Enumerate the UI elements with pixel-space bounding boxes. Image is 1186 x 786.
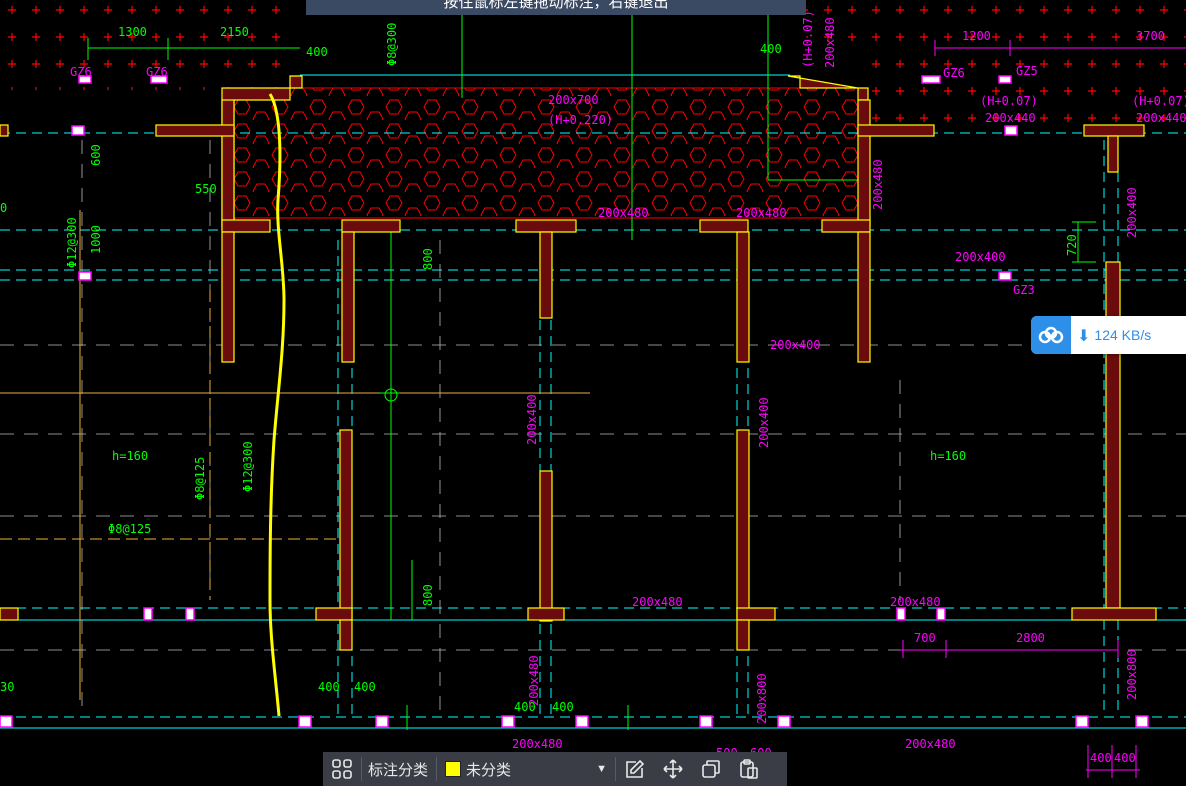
beam-label: 200x400 <box>770 338 821 352</box>
beam-label: 200x480 <box>632 595 683 609</box>
beam-label: 200x400 <box>955 250 1006 264</box>
annotation-toolbar: 标注分类 未分类 ▼ <box>323 752 787 786</box>
category-label: 标注分类 <box>368 761 429 779</box>
rebar-label: Φ8@300 <box>385 23 399 66</box>
magenta-dims <box>900 40 1186 778</box>
category-color-swatch <box>445 761 462 777</box>
dim-label: 2800 <box>1016 631 1045 645</box>
dim-label: 30 <box>0 680 14 694</box>
dim-label: 0 <box>0 201 7 215</box>
rebar-label: Φ12@300 <box>65 217 79 268</box>
dim-label: 800 <box>421 248 435 270</box>
grid-lines <box>0 140 1186 716</box>
beam-label: 200x480 <box>598 206 649 220</box>
paste-icon[interactable] <box>730 752 768 786</box>
edit-icon[interactable] <box>616 752 654 786</box>
hint-text: 按住鼠标左键拖动标注，右键退出 <box>443 0 669 11</box>
dim-label: 720 <box>1065 234 1079 256</box>
dim-label: 400 <box>552 700 574 714</box>
dim-label: 800 <box>421 584 435 606</box>
beam-label: 200x480 <box>871 159 885 210</box>
dim-label: 400 <box>318 680 340 694</box>
rebar-label: Φ8@125 <box>193 457 207 500</box>
beam-label: (H+0.07) <box>1132 94 1186 108</box>
copy-icon[interactable] <box>692 752 730 786</box>
beam-label: (H+0.220) <box>548 113 613 127</box>
download-speed-value: 124 KB/s <box>1094 327 1152 343</box>
column-tag: GZ5 <box>1016 64 1038 78</box>
dim-label: 1300 <box>118 25 147 39</box>
beam-label: (H+0.07) <box>980 94 1038 108</box>
slab-thickness-label: h=160 <box>930 449 966 463</box>
dim-label: 700 <box>914 631 936 645</box>
move-icon[interactable] <box>654 752 692 786</box>
hex-hatched-slab <box>234 88 858 218</box>
grid-menu-icon[interactable] <box>323 752 361 786</box>
dim-label: 550 <box>195 182 217 196</box>
category-dropdown[interactable]: 未分类 ▼ <box>437 752 615 786</box>
beam-label: 200x400 <box>1125 187 1139 238</box>
dim-label: 600 <box>89 144 103 166</box>
cloud-icon <box>1031 316 1071 354</box>
beam-label: 200x480 <box>527 655 541 706</box>
slab-thickness-label: h=160 <box>112 449 148 463</box>
dim-label: 400 <box>1114 751 1136 765</box>
dim-label: 400 <box>306 45 328 59</box>
beam-label: 200x480 <box>905 737 956 751</box>
column-tag: GZ3 <box>1013 283 1035 297</box>
column-tag: GZ6 <box>70 65 92 79</box>
chevron-down-icon: ▼ <box>596 763 608 775</box>
beam-label: 200x800 <box>755 673 769 724</box>
rebar-label: Φ12@300 <box>241 441 255 492</box>
cad-drawing-canvas[interactable]: 1300 2150 400 400 550 400 400 400 400 30… <box>0 0 1186 786</box>
column-tag: GZ6 <box>146 65 168 79</box>
beam-label: 200x440 <box>1136 111 1186 125</box>
beam-label: 200x400 <box>525 394 539 445</box>
beam-label: (H+0.07) <box>801 10 815 68</box>
beam-label: 200x800 <box>1125 649 1139 700</box>
beam-label: 200x400 <box>757 397 771 448</box>
rebar-lines <box>0 210 590 700</box>
dim-label: 1200 <box>962 29 991 43</box>
download-arrow-icon: ⬇ <box>1077 325 1091 345</box>
dim-label: 1000 <box>89 225 103 254</box>
category-value: 未分类 <box>466 761 512 779</box>
dim-label: 3700 <box>1136 29 1165 43</box>
beam-label: 200x480 <box>823 17 837 68</box>
rebar-label: Φ8@125 <box>108 522 151 536</box>
dim-label: 400 <box>760 42 782 56</box>
download-speed-widget[interactable]: ⬇ 124 KB/s <box>1031 316 1186 354</box>
beam-label: 200x480 <box>890 595 941 609</box>
dim-label: 400 <box>354 680 376 694</box>
beam-label: 200x700 <box>548 93 599 107</box>
dim-label: 2150 <box>220 25 249 39</box>
dim-label: 400 <box>1090 751 1112 765</box>
hint-banner: 按住鼠标左键拖动标注，右键退出 <box>306 0 806 15</box>
beam-label: 200x480 <box>736 206 787 220</box>
beam-label: 200x480 <box>512 737 563 751</box>
column-tag: GZ6 <box>943 66 965 80</box>
beam-label: 200x440 <box>985 111 1036 125</box>
